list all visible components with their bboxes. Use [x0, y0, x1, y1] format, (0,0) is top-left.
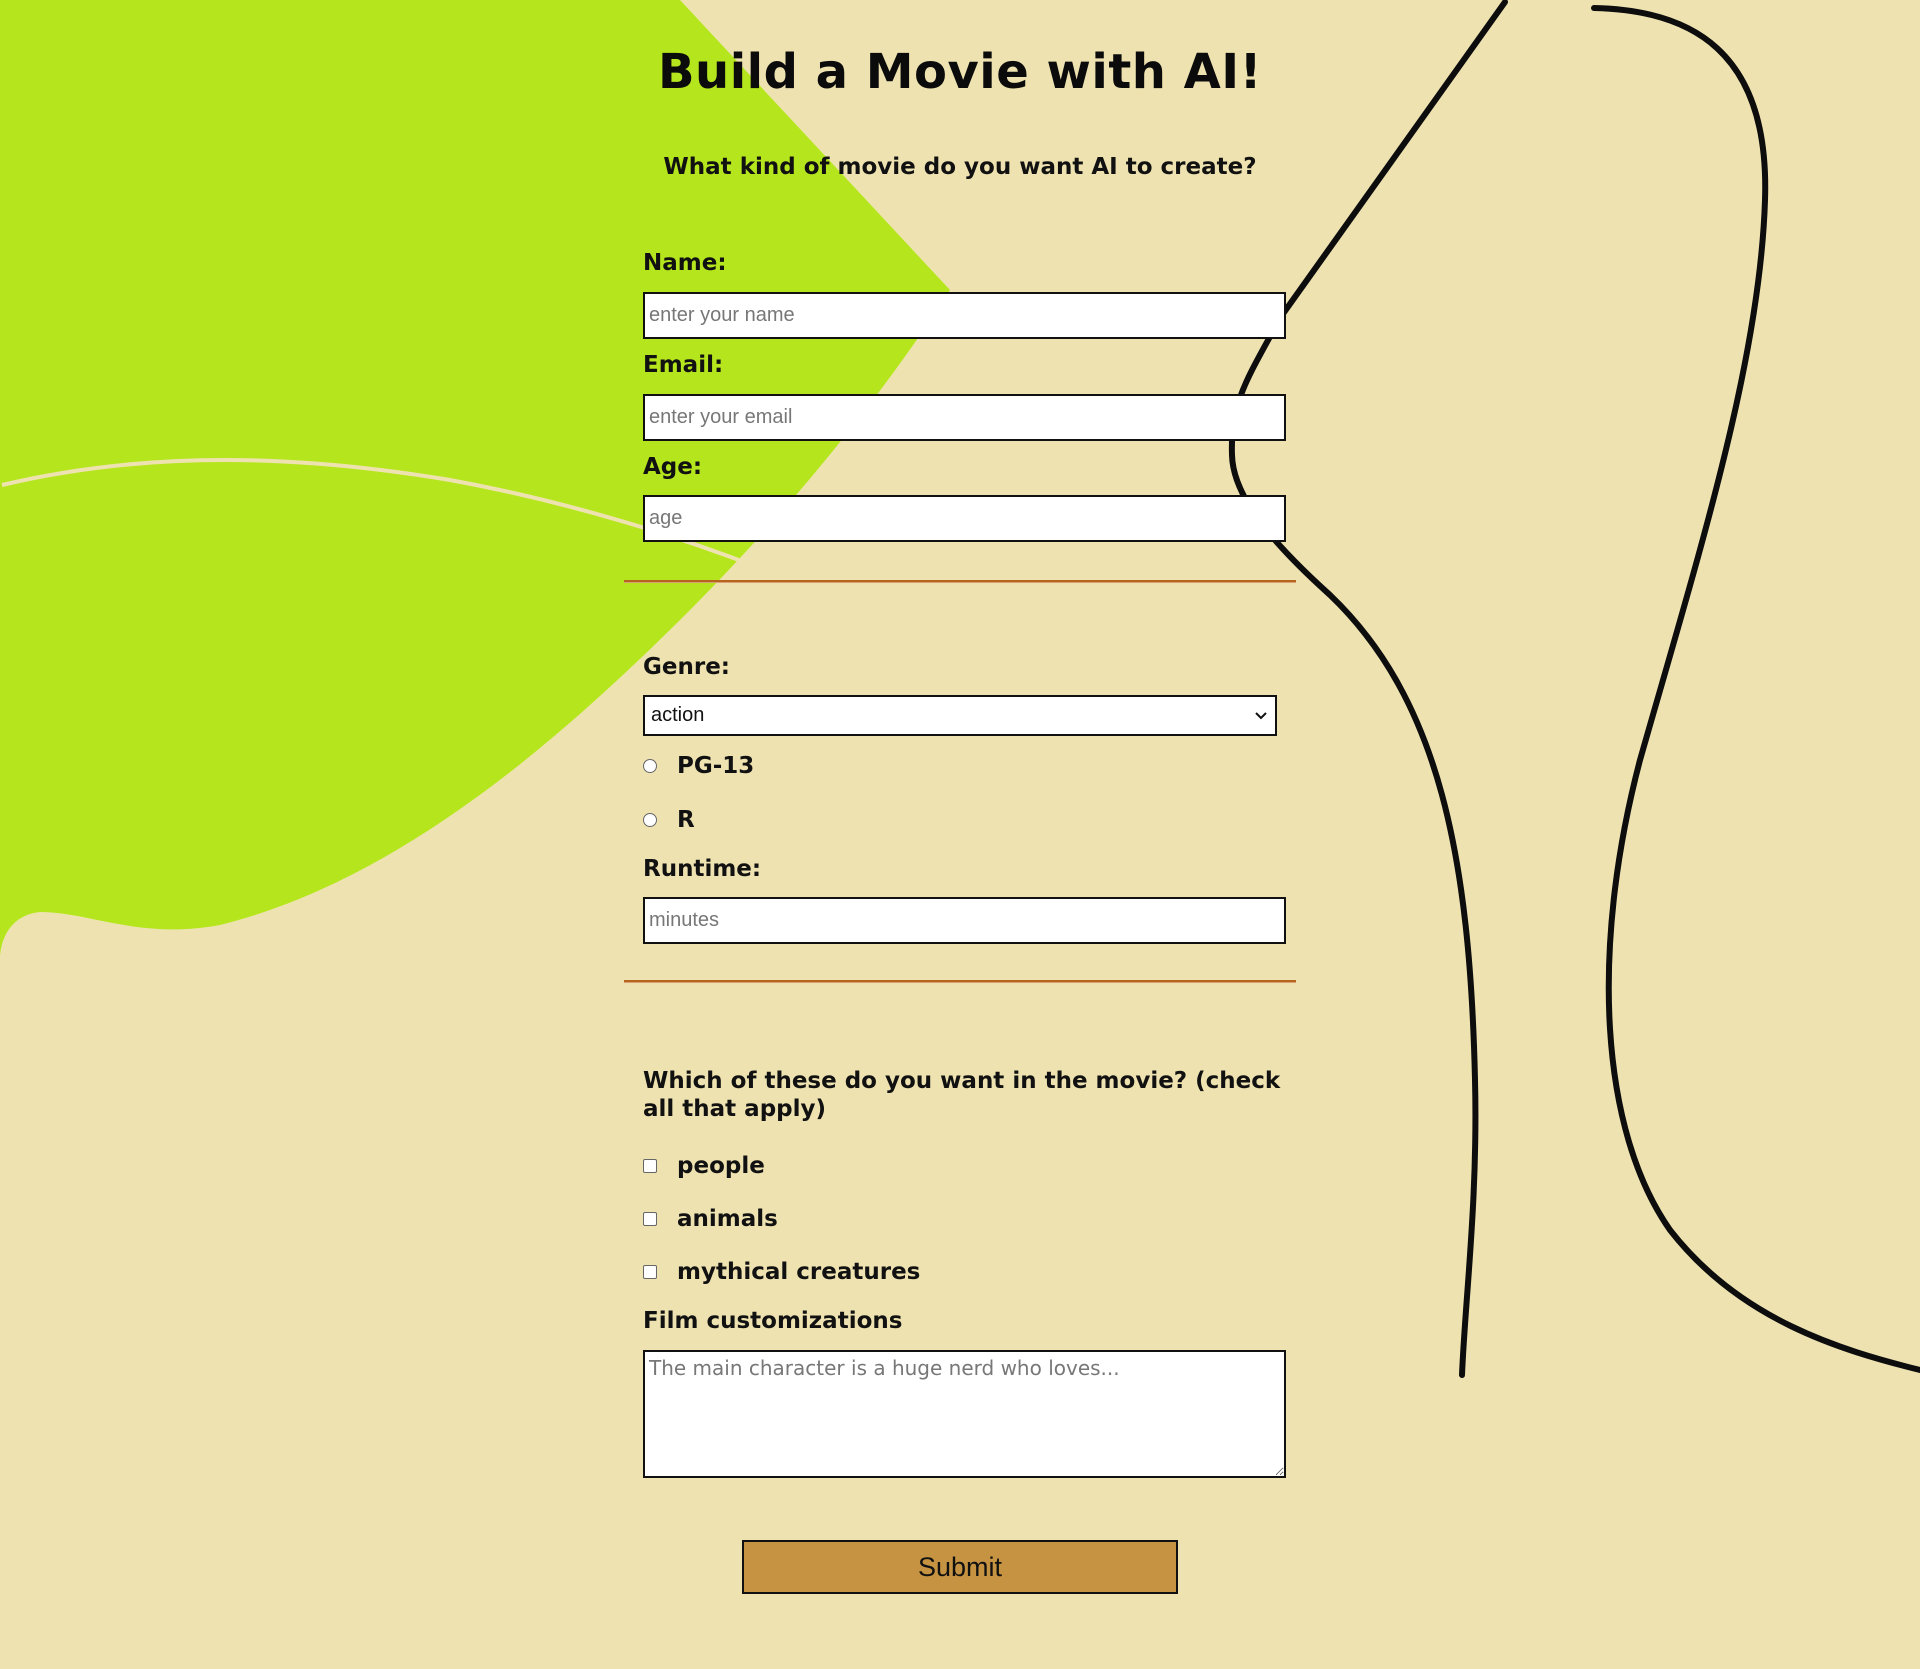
runtime-label: Runtime: — [643, 856, 762, 882]
movie-form-page: Build a Movie with AI! What kind of movi… — [0, 0, 1920, 1669]
section-divider — [624, 980, 1296, 983]
extras-option-people[interactable]: people — [643, 1153, 765, 1179]
rating-option-pg13[interactable]: PG-13 — [643, 753, 754, 779]
rating-radio-pg13[interactable] — [643, 759, 657, 773]
email-label: Email: — [643, 352, 724, 378]
submit-button[interactable]: Submit — [742, 1540, 1178, 1594]
genre-selected-value: action — [651, 704, 705, 726]
extras-label-mythical: mythical creatures — [677, 1259, 921, 1285]
extras-label-animals: animals — [677, 1206, 778, 1232]
extras-option-mythical[interactable]: mythical creatures — [643, 1259, 920, 1285]
extras-option-animals[interactable]: animals — [643, 1206, 778, 1232]
name-input[interactable] — [643, 292, 1286, 339]
age-input[interactable] — [643, 495, 1286, 542]
rating-label-r: R — [677, 807, 695, 833]
name-label: Name: — [643, 250, 727, 276]
rating-label-pg13: PG-13 — [677, 753, 755, 779]
page-subtitle: What kind of movie do you want AI to cre… — [663, 154, 1257, 180]
email-input[interactable] — [643, 394, 1286, 441]
extras-checkbox-mythical[interactable] — [643, 1265, 657, 1279]
runtime-input[interactable] — [643, 897, 1286, 944]
age-label: Age: — [643, 454, 703, 480]
extras-question: Which of these do you want in the movie?… — [643, 1068, 1281, 1122]
customizations-label: Film customizations — [643, 1308, 903, 1334]
extras-label-people: people — [677, 1153, 765, 1179]
customizations-textarea[interactable] — [643, 1350, 1286, 1478]
page-title: Build a Movie with AI! — [657, 44, 1263, 100]
section-divider — [624, 580, 1296, 583]
chevron-down-icon — [1253, 708, 1269, 724]
genre-select[interactable]: action — [643, 695, 1277, 736]
extras-checkbox-animals[interactable] — [643, 1212, 657, 1226]
genre-label: Genre: — [643, 654, 730, 680]
rating-radio-r[interactable] — [643, 813, 657, 827]
rating-option-r[interactable]: R — [643, 807, 695, 833]
extras-checkbox-people[interactable] — [643, 1159, 657, 1173]
